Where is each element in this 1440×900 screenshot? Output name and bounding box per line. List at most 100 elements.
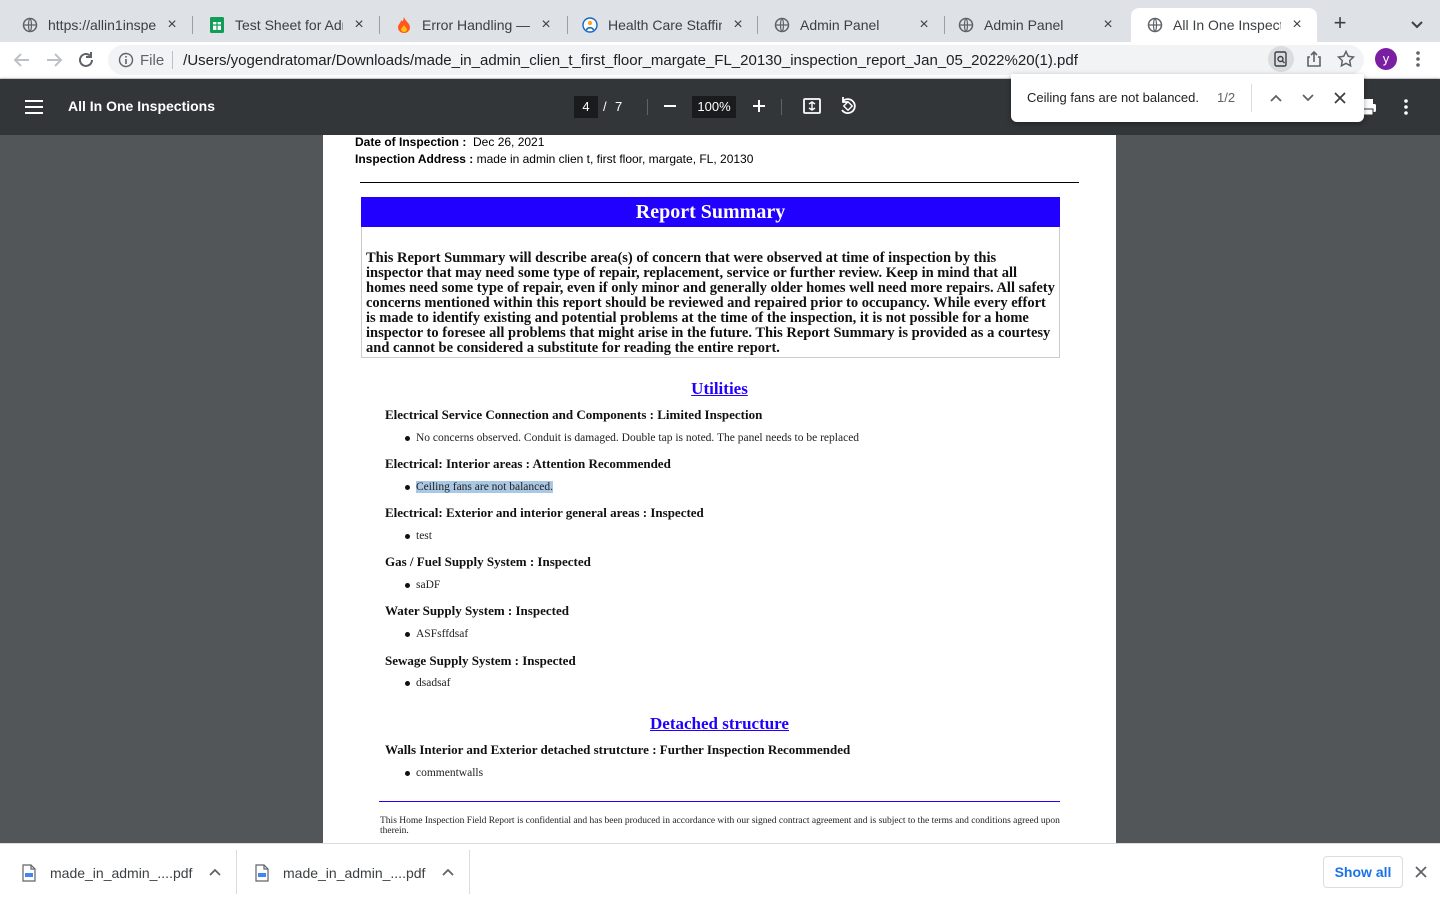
bullet <box>405 680 410 686</box>
rotate-icon[interactable] <box>838 96 858 116</box>
hamburger-menu-icon[interactable] <box>22 97 46 117</box>
zoom-level-input[interactable]: 100% <box>692 96 736 118</box>
tab-title: Test Sheet for Admin <box>235 17 343 33</box>
find-previous-chevron-up-icon[interactable] <box>1266 88 1286 108</box>
chevron-up-icon[interactable] <box>208 866 222 880</box>
bullet <box>405 631 410 637</box>
inspection-address-label: Inspection Address : <box>355 152 474 166</box>
tab-test-sheet[interactable]: Test Sheet for Admin × <box>193 8 379 42</box>
item-comment: commentwalls <box>405 767 483 779</box>
find-highlighted-text: Ceiling fans are not balanced. <box>416 481 553 493</box>
healthcare-icon <box>582 17 598 33</box>
tab-health-care-staffing[interactable]: Health Care Staffing × <box>566 8 758 42</box>
globe-icon <box>22 17 38 33</box>
zoom-in-icon[interactable] <box>749 96 769 116</box>
share-icon[interactable] <box>1303 48 1325 70</box>
download-item[interactable]: made_in_admin_....pdf <box>22 844 222 900</box>
downloads-shelf: made_in_admin_....pdf made_in_admin_....… <box>0 843 1440 900</box>
report-summary-title: Report Summary <box>361 197 1060 227</box>
close-icon[interactable]: × <box>916 17 932 33</box>
section-title-utilities[interactable]: Utilities <box>323 379 1116 399</box>
item-comment-text: dsadsaf <box>416 677 451 689</box>
tab-admin-panel-2[interactable]: Admin Panel × <box>942 8 1128 42</box>
reload-icon[interactable] <box>74 48 98 72</box>
item-heading: Water Supply System : Inspected <box>385 603 569 618</box>
item-comment-text: ASFsffdsaf <box>416 628 469 640</box>
browser-menu-icon[interactable] <box>1407 48 1429 70</box>
profile-avatar[interactable]: y <box>1375 48 1397 70</box>
section-title-detached-structure[interactable]: Detached structure <box>323 714 1116 734</box>
forward-arrow-icon[interactable] <box>42 48 66 72</box>
address-bar[interactable]: File /Users/yogendratomar/Downloads/made… <box>108 45 1364 75</box>
download-divider <box>236 850 237 894</box>
find-in-page-icon[interactable] <box>1268 46 1294 72</box>
more-actions-icon[interactable] <box>1396 97 1416 117</box>
report-summary-text: This Report Summary will describe area(s… <box>361 227 1060 358</box>
item-heading: Sewage Supply System : Inspected <box>385 653 576 668</box>
item-heading: Gas / Fuel Supply System : Inspected <box>385 554 591 569</box>
find-divider <box>1251 84 1252 112</box>
bookmark-star-icon[interactable] <box>1335 48 1357 70</box>
tab-admin-panel-1[interactable]: Admin Panel × <box>758 8 944 42</box>
pdf-file-icon <box>255 863 269 882</box>
tab-title: Admin Panel <box>800 17 880 33</box>
item-comment-text: No concerns observed. Conduit is damaged… <box>416 432 860 444</box>
download-filename: made_in_admin_....pdf <box>50 864 193 881</box>
toolbar-divider <box>781 99 782 115</box>
address-divider <box>172 51 174 69</box>
inspection-date-label: Date of Inspection : <box>355 135 467 149</box>
tab-allin1inspection[interactable]: https://allin1inspection × <box>6 8 192 42</box>
zoom-out-icon[interactable] <box>660 96 680 116</box>
tab-all-in-one-inspections[interactable]: All In One Inspections × <box>1131 8 1317 42</box>
page-number-input[interactable]: 4 <box>574 96 598 118</box>
bullet <box>405 484 410 490</box>
footer-disclaimer: This Home Inspection Field Report is con… <box>380 816 1060 836</box>
close-icon[interactable]: × <box>1289 17 1305 33</box>
tab-search-chevron-icon[interactable] <box>1406 14 1428 36</box>
tab-title: Health Care Staffing <box>608 17 722 33</box>
pdf-page: Date of Inspection : Dec 26, 2021 Inspec… <box>323 135 1116 843</box>
close-icon[interactable]: × <box>351 17 367 33</box>
bullet <box>405 770 410 776</box>
back-arrow-icon[interactable] <box>10 48 34 72</box>
find-next-chevron-down-icon[interactable] <box>1298 88 1318 108</box>
chevron-up-icon[interactable] <box>441 866 455 880</box>
close-shelf-icon[interactable] <box>1413 864 1429 880</box>
tab-title: https://allin1inspection <box>48 17 156 33</box>
bullet <box>405 533 410 539</box>
find-input[interactable]: Ceiling fans are not balanced. <box>1027 90 1199 105</box>
url-text[interactable]: /Users/yogendratomar/Downloads/made_in_a… <box>183 52 1078 69</box>
toolbar-divider <box>647 99 648 115</box>
new-tab-button[interactable]: + <box>1328 12 1352 36</box>
close-icon[interactable]: × <box>164 17 180 33</box>
header-rule <box>360 182 1079 183</box>
close-icon[interactable]: × <box>730 17 746 33</box>
close-icon[interactable]: × <box>1100 17 1116 33</box>
info-icon[interactable] <box>118 52 134 68</box>
fire-icon <box>396 17 412 33</box>
download-item[interactable]: made_in_admin_....pdf <box>255 844 455 900</box>
tab-error-handling[interactable]: Error Handling — Cod × <box>380 8 566 42</box>
pdf-viewer-area[interactable]: Date of Inspection : Dec 26, 2021 Inspec… <box>0 135 1440 843</box>
inspection-date-value: Dec 26, 2021 <box>473 135 545 149</box>
item-comment: No concerns observed. Conduit is damaged… <box>405 432 859 444</box>
item-comment: ASFsffdsaf <box>405 628 468 640</box>
download-divider <box>469 850 470 894</box>
bullet <box>405 435 410 441</box>
find-close-icon[interactable] <box>1330 88 1350 108</box>
close-icon[interactable]: × <box>538 17 554 33</box>
item-comment-text: commentwalls <box>416 767 484 779</box>
globe-icon <box>774 17 790 33</box>
tab-title: Error Handling — Cod <box>422 17 530 33</box>
fit-to-page-icon[interactable] <box>802 96 822 116</box>
item-comment-text: saDF <box>416 579 441 591</box>
item-comment: test <box>405 530 432 542</box>
show-all-button[interactable]: Show all <box>1323 856 1403 888</box>
tab-title: Admin Panel <box>984 17 1064 33</box>
globe-icon <box>1147 17 1163 33</box>
item-heading: Walls Interior and Exterior detached str… <box>385 742 851 757</box>
download-filename: made_in_admin_....pdf <box>283 864 426 881</box>
find-bar: Ceiling fans are not balanced. 1/2 <box>1011 74 1364 122</box>
footer-rule <box>379 801 1060 802</box>
tab-strip: https://allin1inspection × Test Sheet fo… <box>0 0 1440 42</box>
